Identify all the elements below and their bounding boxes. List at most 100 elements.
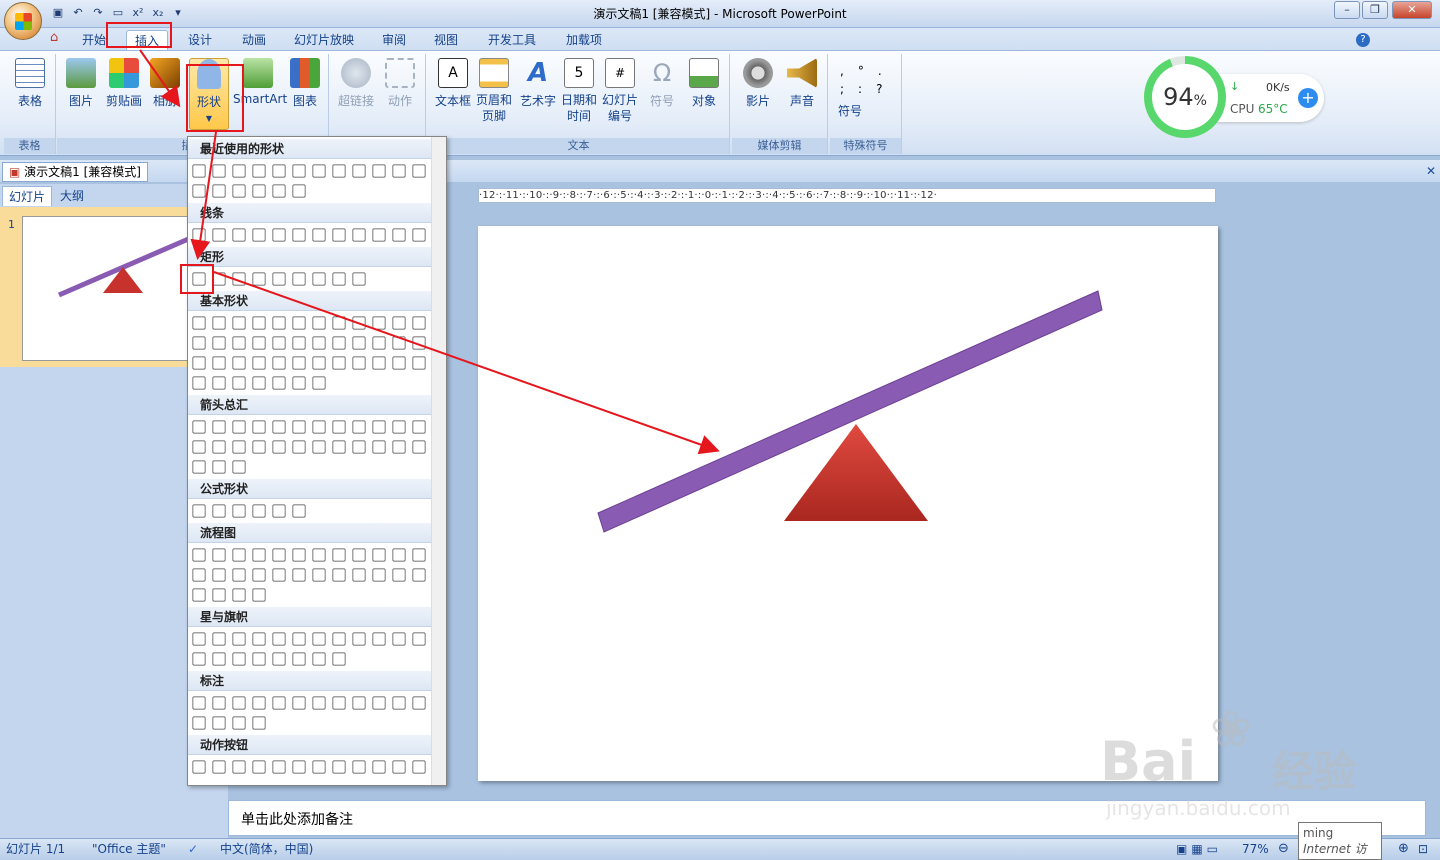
section-lines: 线条 <box>188 203 431 223</box>
shapes-dropdown[interactable]: 最近使用的形状 线条 矩形 基本形状 箭头总汇 公式形状 流程图 星与旗帜 标注… <box>187 136 447 786</box>
group-table: 表格 表格 <box>4 54 56 154</box>
basic-shapes-row-4[interactable] <box>190 374 328 392</box>
tab-design[interactable]: 设计 <box>180 30 220 50</box>
slide-drawing <box>597 290 1103 533</box>
arrows-row-1[interactable] <box>190 418 428 436</box>
status-bar: 幻灯片 1/1 "Office 主题" ✓ 中文(简体，中国) ▣▦▭ 77% … <box>0 838 1440 860</box>
lines-row[interactable] <box>190 226 428 244</box>
save-icon[interactable]: ▣ <box>50 5 66 21</box>
basic-shapes-row-3[interactable] <box>190 354 428 372</box>
tab-review[interactable]: 审阅 <box>374 30 414 50</box>
action-button[interactable]: 动作 <box>380 58 420 109</box>
stars-row-1[interactable] <box>190 630 428 648</box>
callouts-row-2[interactable] <box>190 714 268 732</box>
movie-button[interactable]: 影片 <box>738 58 778 109</box>
zoom-in-icon[interactable]: ⊕ <box>1398 839 1409 859</box>
zoom-out-icon[interactable]: ⊖ <box>1278 839 1289 859</box>
close-button[interactable]: ✕ <box>1392 1 1432 19</box>
section-recent-shapes: 最近使用的形状 <box>188 139 431 159</box>
notes-placeholder: 单击此处添加备注 <box>241 812 353 828</box>
chart-button[interactable]: 图表 <box>287 58 323 109</box>
superscript-icon[interactable]: x² <box>130 5 146 21</box>
app-icon: ⌂ <box>50 30 59 45</box>
annotation-box-insert-tab <box>106 22 172 48</box>
picture-icon <box>66 58 96 88</box>
subscript-icon[interactable]: x₂ <box>150 5 166 21</box>
table-button[interactable]: 表格 <box>8 58 52 109</box>
header-footer-button[interactable]: 页眉和页脚 <box>474 58 514 124</box>
speaker-icon <box>787 58 817 88</box>
rectangles-row[interactable] <box>190 270 368 288</box>
help-icon[interactable]: ? <box>1356 33 1370 47</box>
stars-row-2[interactable] <box>190 650 348 668</box>
group-media: 影片 声音 媒体剪辑 <box>732 54 828 154</box>
cpu-label: CPU <box>1230 102 1255 116</box>
paw-icon: ❀ <box>1210 700 1252 758</box>
customize-icon[interactable]: ▾ <box>170 5 186 21</box>
wordart-button[interactable]: A 艺术字 <box>518 58 558 109</box>
flowchart-row-1[interactable] <box>190 546 428 564</box>
section-block-arrows: 箭头总汇 <box>188 395 431 415</box>
annotation-box-rectangle <box>180 264 214 294</box>
spellcheck-icon[interactable]: ✓ <box>188 839 198 859</box>
horizontal-ruler: ·12·:·11·:·10·:·9·:·8·:·7·:·6·:·5·:·4·:·… <box>478 188 1216 203</box>
redo-icon[interactable]: ↷ <box>90 5 106 21</box>
new-icon[interactable]: ▭ <box>110 5 126 21</box>
tab-animation[interactable]: 动画 <box>234 30 274 50</box>
action-buttons-row[interactable] <box>190 758 428 776</box>
tab-outline[interactable]: 大纲 <box>54 186 90 206</box>
view-buttons[interactable]: ▣▦▭ <box>1176 839 1236 859</box>
smartart-icon <box>243 58 273 88</box>
maximize-button[interactable]: ❐ <box>1362 1 1388 19</box>
basic-shapes-row-1[interactable] <box>190 314 428 332</box>
group-text: A 文本框 页眉和页脚 A 艺术字 5 日期和时间 # 幻灯片编号 Ω 符号 对… <box>428 54 730 154</box>
datetime-button[interactable]: 5 日期和时间 <box>560 58 598 124</box>
sound-button[interactable]: 声音 <box>782 58 822 109</box>
fit-window-icon[interactable]: ⊡ <box>1418 839 1428 859</box>
recent-shapes-row[interactable] <box>190 162 428 180</box>
textbox-button[interactable]: A 文本框 <box>434 58 472 109</box>
album-button[interactable]: 相册 <box>149 58 181 109</box>
cpu-temp: 65°C <box>1258 102 1288 116</box>
language[interactable]: 中文(简体，中国) <box>220 839 313 859</box>
cpu-monitor-widget[interactable]: ↓ 0K/s CPU 65°C + 94% <box>1140 52 1326 142</box>
basic-shapes-row-2[interactable] <box>190 334 428 352</box>
action-icon <box>385 58 415 88</box>
equation-row[interactable] <box>190 502 308 520</box>
slide-number-button[interactable]: # 幻灯片编号 <box>600 58 640 124</box>
document-tab[interactable]: ▣ 演示文稿1 [兼容模式] <box>2 162 148 182</box>
omega-icon: Ω <box>652 59 672 87</box>
network-tooltip: ming Internet 访问 <box>1298 822 1382 860</box>
cpu-info-pill: ↓ 0K/s CPU 65°C + <box>1216 74 1324 122</box>
arrows-row-2[interactable] <box>190 438 428 456</box>
office-button[interactable] <box>4 2 42 40</box>
section-rectangles: 矩形 <box>188 247 431 267</box>
slide-number-label: 1 <box>8 218 15 231</box>
special-symbol-button[interactable]: 符号 <box>838 102 898 119</box>
recent-shapes-row-2[interactable] <box>190 182 308 200</box>
minimize-button[interactable]: – <box>1334 1 1360 19</box>
doc-close-icon[interactable]: ✕ <box>1426 164 1436 178</box>
picture-button[interactable]: 图片 <box>63 58 99 109</box>
symbol-grid[interactable]: ,°.;:? <box>840 62 896 98</box>
callouts-row-1[interactable] <box>190 694 428 712</box>
tab-view[interactable]: 视图 <box>426 30 466 50</box>
slide-number-icon: # <box>605 58 635 88</box>
undo-icon[interactable]: ↶ <box>70 5 86 21</box>
textbox-icon: A <box>438 58 468 88</box>
plus-icon[interactable]: + <box>1298 88 1318 108</box>
tab-slideshow[interactable]: 幻灯片放映 <box>286 30 362 50</box>
clipart-button[interactable]: 剪贴画 <box>103 58 145 109</box>
tab-slides[interactable]: 幻灯片 <box>2 186 53 206</box>
flowchart-row-3[interactable] <box>190 586 268 604</box>
zoom-level[interactable]: 77% <box>1242 839 1269 859</box>
arrows-row-3[interactable] <box>190 458 248 476</box>
object-button[interactable]: 对象 <box>684 58 724 109</box>
hyperlink-button[interactable]: 超链接 <box>336 58 376 109</box>
dropdown-scrollbar[interactable] <box>431 137 446 785</box>
tab-developer[interactable]: 开发工具 <box>480 30 544 50</box>
flowchart-row-2[interactable] <box>190 566 428 584</box>
symbol-button[interactable]: Ω 符号 <box>642 58 682 109</box>
tab-addins[interactable]: 加载项 <box>558 30 610 50</box>
slide-canvas[interactable] <box>478 226 1218 781</box>
